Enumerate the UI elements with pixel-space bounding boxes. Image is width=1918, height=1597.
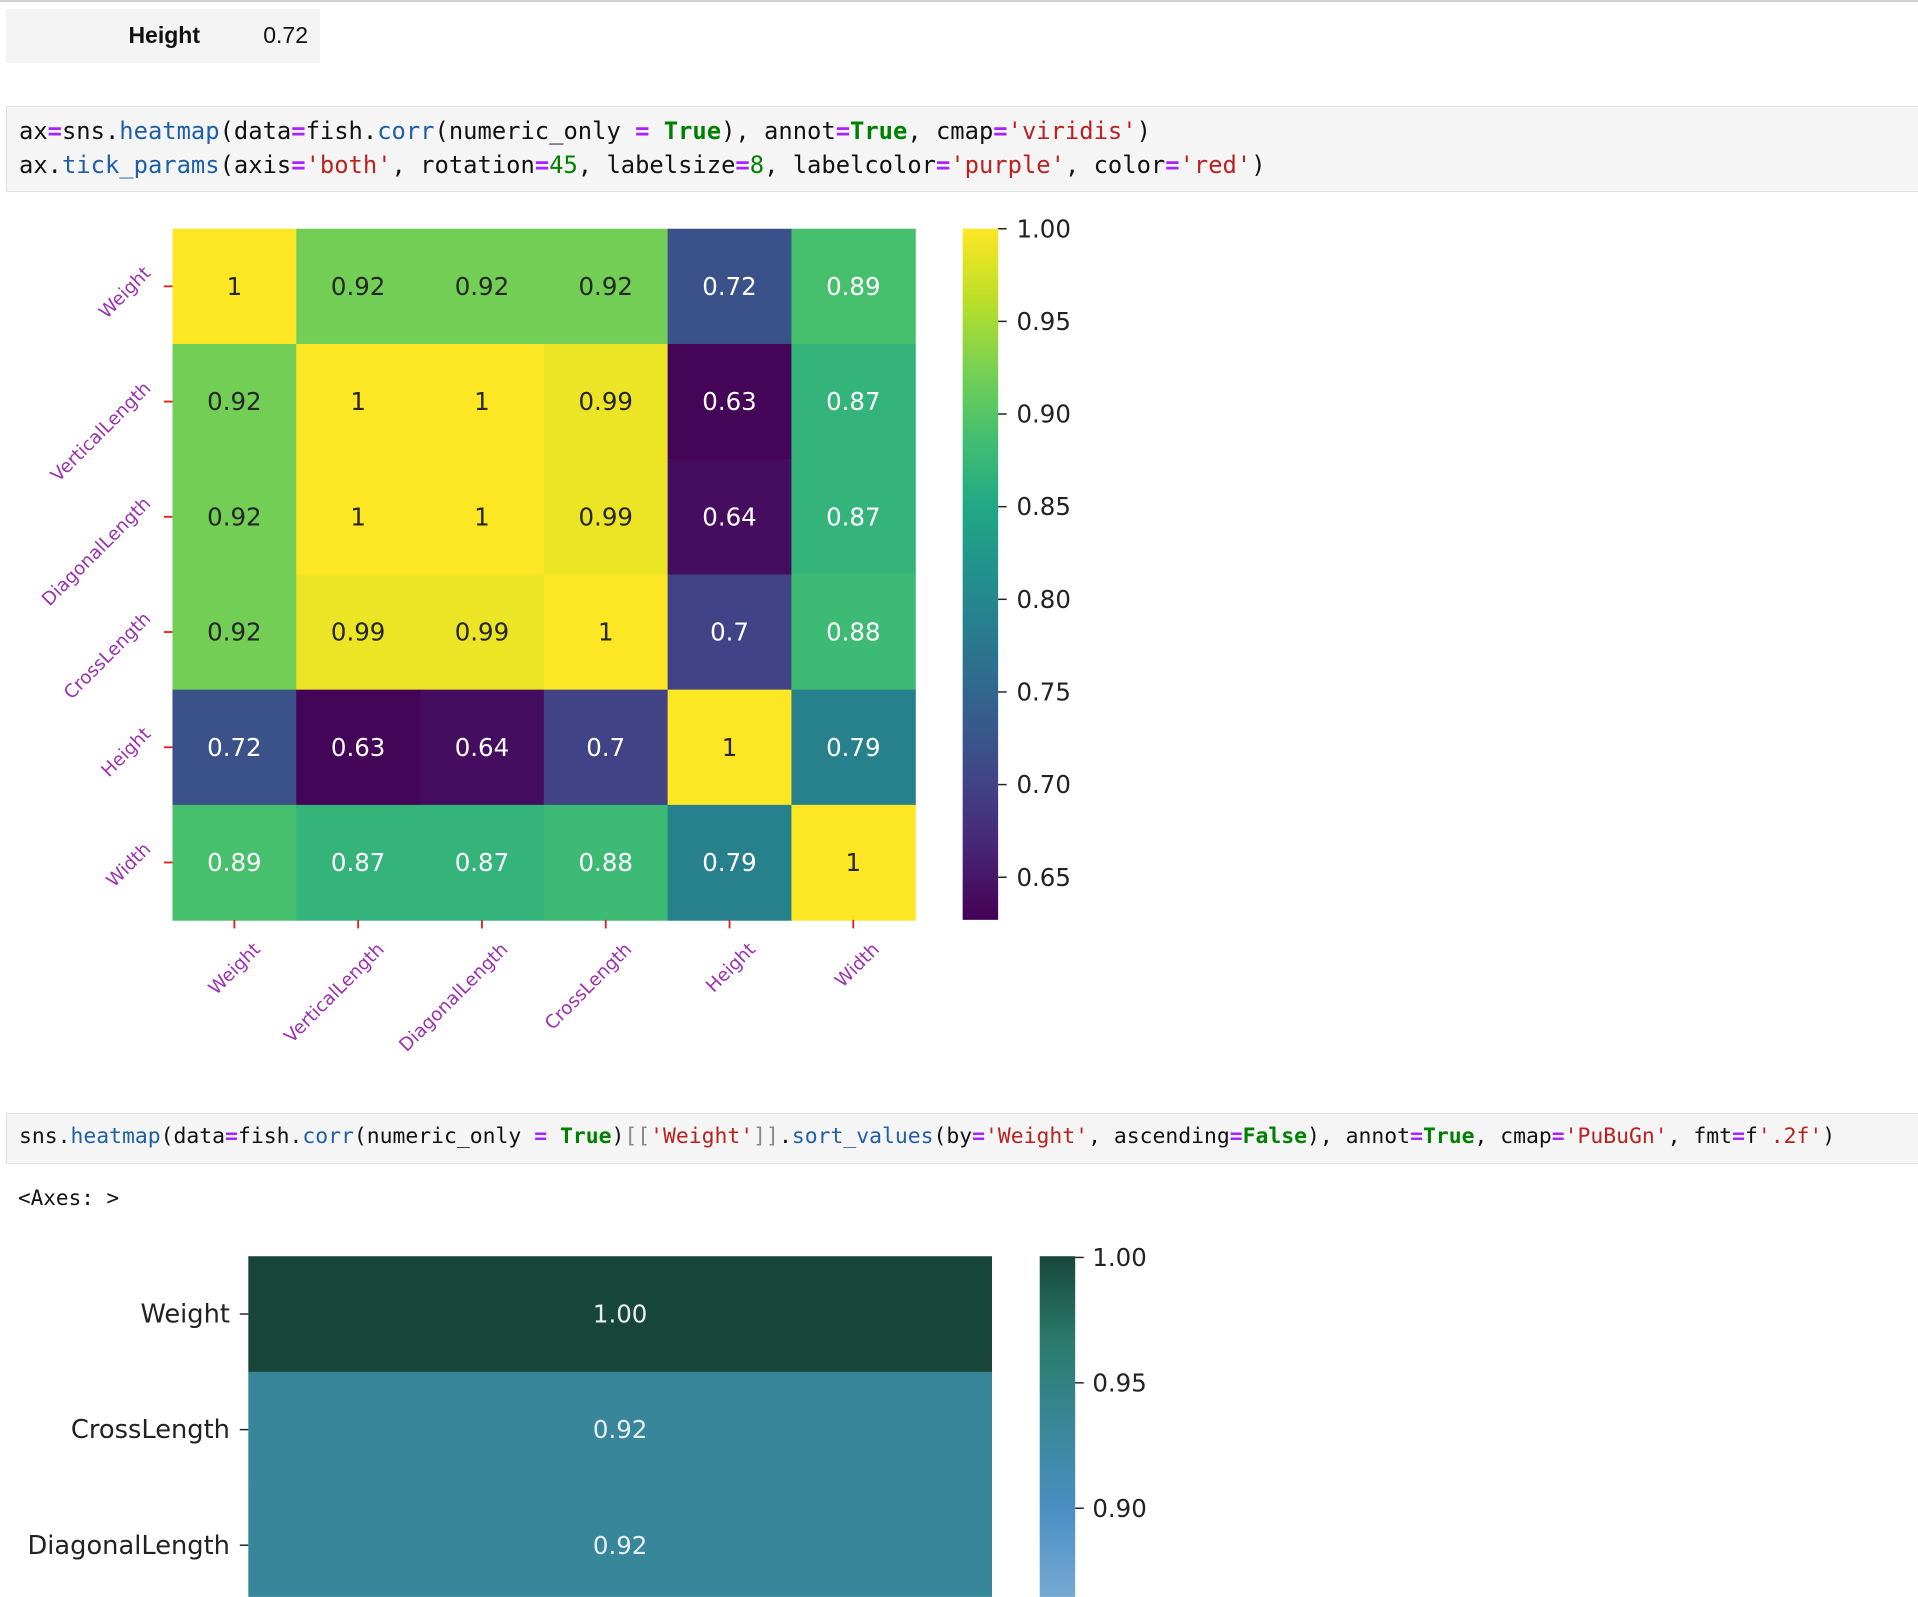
cell-annotation: 1.00 [593,1300,647,1329]
cell-annotation: 0.92 [593,1415,647,1444]
colorbar-tick-label: 0.90 [1092,1494,1146,1523]
colorbar [1039,1256,1076,1597]
y-tick-label: CrossLength [71,1415,230,1445]
cell-annotation: 0.92 [593,1531,647,1560]
y-tick-label: DiagonalLength [28,1531,230,1561]
colorbar-tick-label: 1.00 [1092,1243,1146,1272]
weight-correlation-heatmap: 1.00 Weight 0.92 CrossLength 0.92 DiagonalLen… [28,1243,1147,1597]
y-tick-label: Weight [140,1300,230,1330]
notebook-page: Height 0.72 ax=sns.heatmap(data=fish.cor… [0,0,1918,1597]
colorbar-tick-label: 0.95 [1092,1368,1146,1397]
